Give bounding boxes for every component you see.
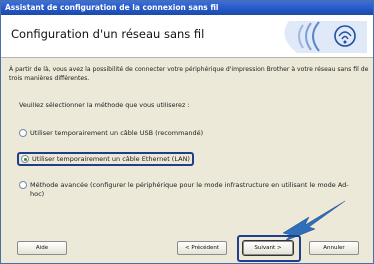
title-bar: Assistant de configuration de la connexi… [1,1,373,15]
option-usb[interactable]: Utiliser temporairement un câble USB (re… [19,129,203,137]
window-title: Assistant de configuration de la connexi… [5,3,219,12]
page-title: Configuration d'un réseau sans fil [11,27,205,41]
radio-usb[interactable] [19,129,27,137]
question-text: Veuillez sélectionner la méthode que vou… [19,101,190,109]
intro-text: À partir de là, vous avez la possibilité… [9,66,369,82]
help-button[interactable]: Aide [17,241,67,255]
back-button[interactable]: < Précédent [177,241,227,255]
wifi-waves-icon [284,21,367,53]
radio-ethernet[interactable] [21,155,29,163]
option-ethernet-label: Utiliser temporairement un câble Etherne… [32,155,190,163]
next-button[interactable]: Suivant > [242,240,294,256]
option-usb-label: Utiliser temporairement un câble USB (re… [30,129,204,137]
radio-advanced[interactable] [19,181,27,189]
cancel-button[interactable]: Annuler [309,241,359,255]
wizard-window: Assistant de configuration de la connexi… [0,0,374,264]
option-ethernet[interactable]: Utiliser temporairement un câble Etherne… [17,152,194,166]
wizard-header: Configuration d'un réseau sans fil [1,15,373,58]
